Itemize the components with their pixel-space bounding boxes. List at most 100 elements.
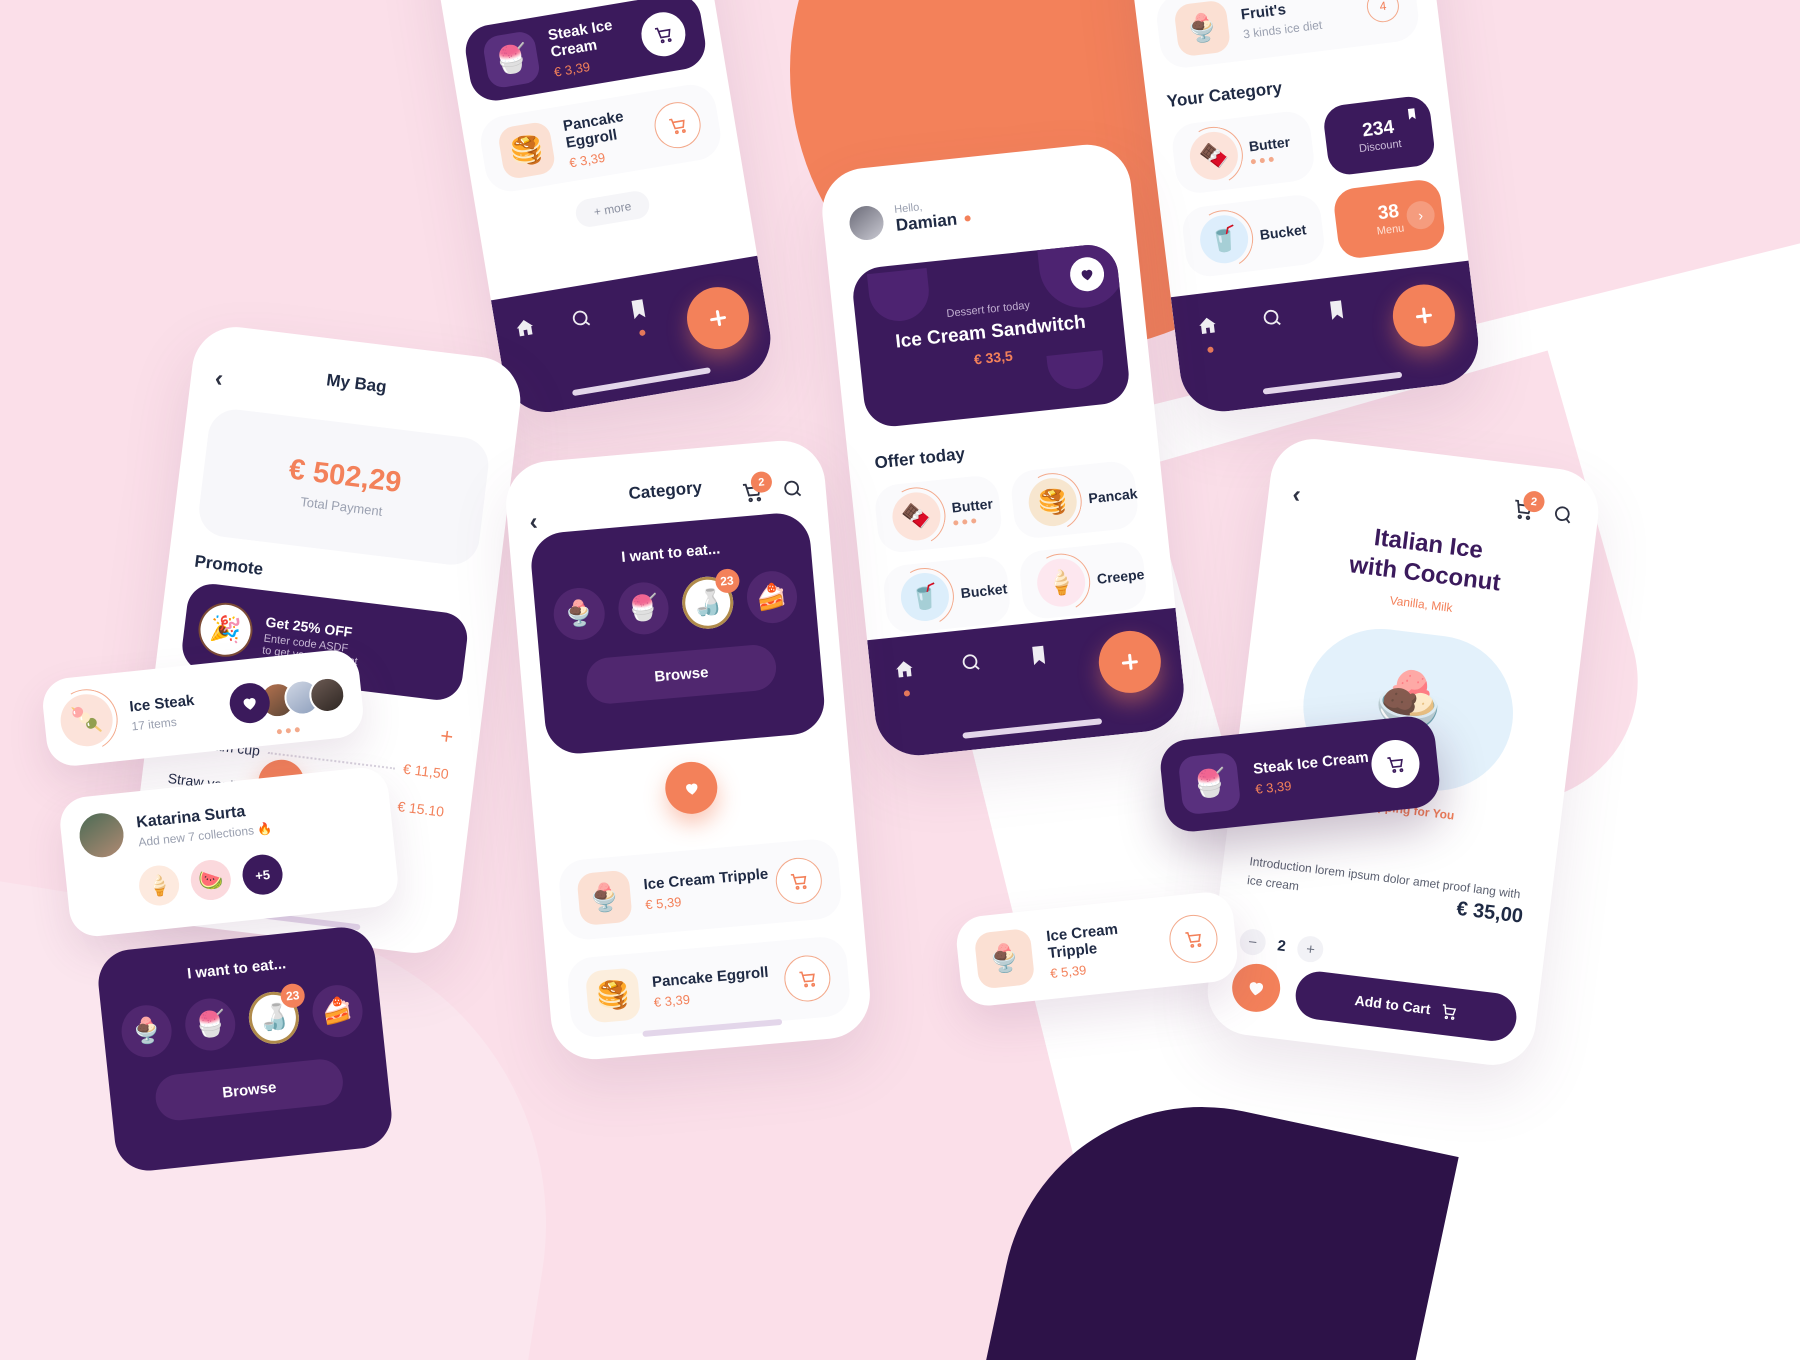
bookmark-icon: [1031, 645, 1045, 666]
dots-indicator: [276, 727, 301, 735]
quantity-stepper[interactable]: − 2 +: [1238, 927, 1326, 964]
bookmark-icon: [1329, 300, 1343, 320]
nav-home[interactable]: [1195, 314, 1220, 354]
heart-icon: [685, 783, 697, 795]
avatar[interactable]: [77, 811, 126, 860]
collection-icon[interactable]: 🍦: [137, 863, 182, 908]
item-count-badge: 4: [1365, 0, 1401, 25]
favorite-button[interactable]: [1229, 961, 1283, 1015]
plus-icon: [706, 307, 729, 330]
back-button[interactable]: ‹: [1291, 481, 1302, 509]
decrease-quantity-button[interactable]: −: [1238, 927, 1268, 957]
nav-home[interactable]: [892, 657, 917, 697]
search-button[interactable]: [781, 477, 805, 506]
nav-home[interactable]: [512, 315, 538, 345]
eat-icon-sundae[interactable]: 🍨: [119, 1002, 175, 1060]
eat-icon-cake[interactable]: 🍰: [744, 569, 800, 626]
offer-item-pancak[interactable]: 🥞 Pancak: [1009, 459, 1140, 541]
offer-label: Pancak: [1087, 485, 1139, 507]
cart-icon: [668, 118, 686, 134]
search-icon: [784, 480, 802, 497]
eat-icon-bucket-selected[interactable]: 🍶 23: [680, 567, 740, 631]
product-thumbnail: 🍧: [481, 29, 542, 90]
add-to-cart-button[interactable]: [651, 98, 705, 152]
add-to-cart-button[interactable]: [1369, 737, 1422, 791]
total-label: Total Payment: [299, 494, 384, 519]
bookmark-icon: [631, 299, 646, 320]
offer-icon: 🍦: [1034, 556, 1088, 610]
search-button[interactable]: [1550, 502, 1575, 531]
category-item-bucket[interactable]: 🥤 Bucket: [1180, 192, 1327, 279]
status-dot: [964, 215, 972, 222]
collection-more-badge[interactable]: +5: [240, 852, 285, 897]
add-to-cart-button[interactable]: [773, 855, 824, 906]
nav-bookmark[interactable]: [1324, 298, 1349, 327]
back-button[interactable]: ‹: [528, 508, 538, 536]
eat-icon-cake[interactable]: 🍰: [309, 982, 366, 1040]
product-row[interactable]: 🥞 Pancake Eggroll € 3,39: [565, 935, 852, 1040]
product-row[interactable]: 🥞 Pancake Eggroll € 3,39: [477, 80, 725, 196]
category-product-list: 🍨 Ice Cream Tripple € 5,39 🥞 Pancake Egg…: [557, 837, 852, 1040]
product-thumbnail: 🍨: [576, 869, 633, 927]
plus-icon: [1119, 651, 1141, 673]
category-label: Butter: [1248, 133, 1291, 155]
category-icon: 🍫: [1187, 129, 1241, 183]
heart-icon: [1249, 982, 1263, 996]
add-to-cart-button[interactable]: [638, 8, 689, 60]
eat-icon-cone[interactable]: 🍧: [182, 996, 238, 1053]
nav-search[interactable]: [959, 650, 984, 679]
more-button[interactable]: + more: [573, 189, 652, 229]
panel-title: I want to eat...: [186, 955, 287, 983]
add-to-cart-button[interactable]: [1167, 912, 1220, 966]
eat-icon-row: 🍨 🍧 🍶 23 🍰: [119, 982, 366, 1060]
category-top-item[interactable]: 🍨 Fruit's 3 kinds ice diet 4: [1154, 0, 1422, 71]
home-icon: [895, 661, 913, 678]
dots-indicator: [1250, 154, 1293, 165]
browse-button[interactable]: Browse: [153, 1057, 346, 1123]
product-row[interactable]: 🍨 Ice Cream Tripple € 5,39: [557, 837, 844, 942]
offer-item-creepe[interactable]: 🍦 Creepe: [1017, 540, 1149, 621]
page-title: My Bag: [325, 370, 388, 397]
panel-i-want-to-eat: I want to eat... 🍨 🍧 🍶 23 🍰 Browse: [95, 924, 395, 1174]
page-title: Category: [627, 477, 703, 504]
nav-bookmark[interactable]: [1026, 643, 1051, 672]
offer-label: Creepe: [1096, 565, 1146, 587]
party-popper-icon: 🎉: [197, 601, 254, 658]
collection-avatars: 🍦 🍉 +5: [137, 843, 380, 908]
offer-label: Butter: [950, 495, 994, 516]
eat-icon-row: 🍨 🍧 🍶 23 🍰: [551, 567, 800, 643]
browse-button[interactable]: Browse: [584, 643, 779, 706]
eat-icon-bucket-selected[interactable]: 🍶 23: [246, 982, 306, 1047]
eat-icon-cone[interactable]: 🍧: [615, 580, 671, 637]
add-to-cart-button[interactable]: Add to Cart: [1292, 968, 1520, 1044]
cart-icon: [1386, 756, 1403, 773]
add-to-cart-button[interactable]: [782, 953, 833, 1004]
bookmark-icon: [1407, 108, 1416, 120]
avatar[interactable]: [847, 204, 886, 242]
avatar-stack[interactable]: [257, 675, 348, 720]
category-eat-panel: I want to eat... 🍨 🍧 🍶 23 🍰 Browse: [528, 510, 827, 757]
cart-button[interactable]: 2: [741, 470, 773, 509]
promote-heading: Promote: [193, 551, 265, 579]
nav-search[interactable]: [1259, 306, 1284, 335]
chevron-right-icon[interactable]: ›: [1405, 199, 1437, 231]
back-button[interactable]: ‹: [213, 365, 224, 393]
offer-item-bucket[interactable]: 🥤 Bucket: [881, 554, 1013, 635]
offer-item-butter[interactable]: 🍫 Butter: [873, 473, 1004, 555]
favorite-fab-button[interactable]: [663, 759, 720, 817]
stat-menu[interactable]: 38 Menu ›: [1331, 177, 1447, 261]
category-item-butter[interactable]: 🍫 Butter: [1169, 109, 1317, 196]
nav-bookmark[interactable]: [626, 297, 652, 337]
eat-icon-sundae[interactable]: 🍨: [551, 585, 607, 643]
collection-icon[interactable]: 🍉: [188, 858, 233, 903]
nav-search[interactable]: [569, 306, 595, 336]
hero-card[interactable]: Dessert for today Ice Cream Sandwitch € …: [850, 242, 1132, 430]
stat-discount[interactable]: 234 Discount: [1321, 94, 1437, 177]
product-thumbnail: 🥞: [496, 120, 557, 181]
add-order-button[interactable]: +: [439, 723, 455, 750]
cart-button[interactable]: 2: [1511, 489, 1546, 527]
increase-quantity-button[interactable]: +: [1296, 934, 1326, 964]
stat-label: Menu: [1376, 222, 1405, 238]
category-label: Bucket: [1258, 221, 1308, 243]
search-icon: [1263, 309, 1281, 326]
